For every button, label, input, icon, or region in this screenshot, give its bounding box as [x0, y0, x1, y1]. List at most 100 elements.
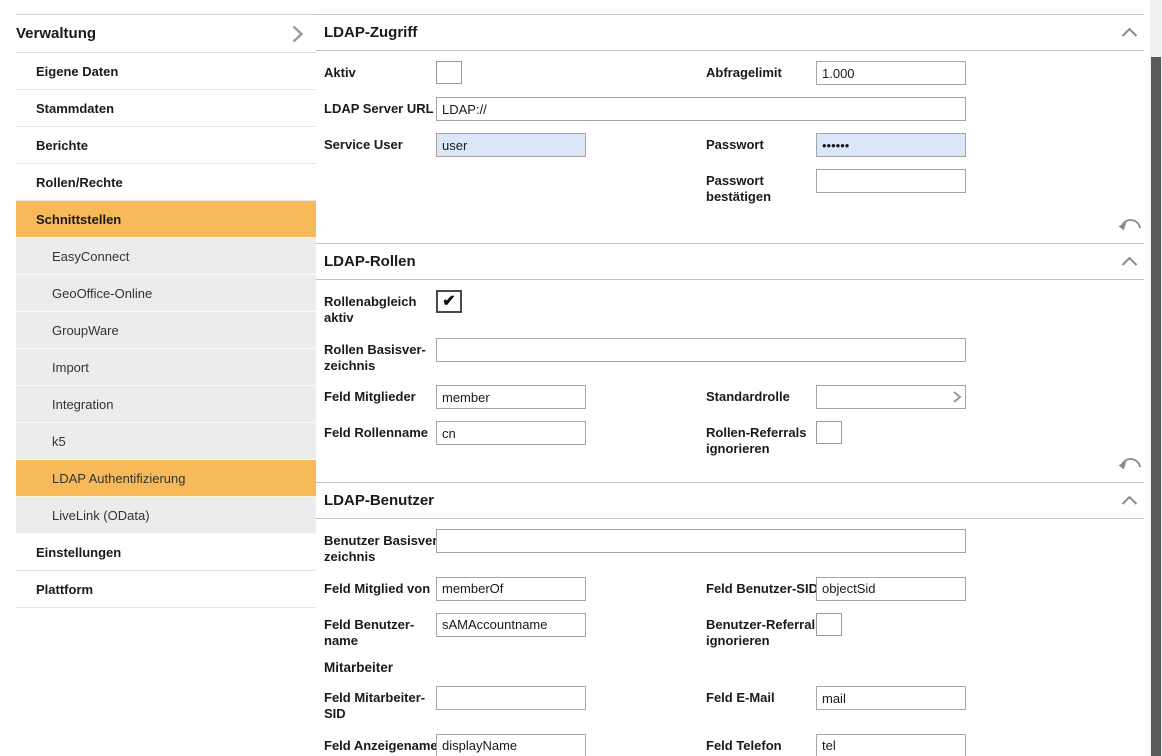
- sidebar-item-groupware[interactable]: GroupWare: [16, 312, 316, 349]
- collapse-chevron-icon[interactable]: [1119, 493, 1140, 508]
- standardrolle-lookup[interactable]: [816, 385, 966, 409]
- form-row: Aktiv Abfragelimit: [324, 61, 1144, 86]
- sidebar-item-geooffice-online[interactable]: GeoOffice-Online: [16, 275, 316, 312]
- benutzer-basis-input[interactable]: [436, 529, 966, 553]
- password-input[interactable]: [816, 133, 966, 157]
- rollen-basis-input[interactable]: [436, 338, 966, 362]
- form-row: Benutzer Basisver- zeichnis: [324, 529, 1144, 566]
- sidebar-item-integration[interactable]: Integration: [16, 386, 316, 423]
- section-body: Benutzer Basisver- zeichnis Feld Mitglie…: [316, 519, 1144, 756]
- section-ldap-rollen: LDAP-Rollen Rollenabgleich aktiv ✔ Rolle…: [316, 243, 1144, 482]
- mitarbeiter-subheading: Mitarbeiter: [324, 660, 1144, 675]
- sidebar: Verwaltung Eigene Daten Stammdaten Beric…: [0, 0, 316, 756]
- sidebar-item-ldap-authentifizierung[interactable]: LDAP Authentifizierung: [16, 460, 316, 497]
- sidebar-item-label: Import: [52, 360, 89, 375]
- feld-telefon-input[interactable]: [816, 734, 966, 756]
- form-row: LDAP Server URL: [324, 97, 1144, 122]
- sidebar-item-livelink-odata[interactable]: LiveLink (OData): [16, 497, 316, 534]
- feld-mitglied-von-input[interactable]: [436, 577, 586, 601]
- feld-benutzername-input[interactable]: [436, 613, 586, 637]
- sidebar-item-einstellungen[interactable]: Einstellungen: [16, 534, 316, 571]
- undo-icon[interactable]: [1118, 218, 1142, 234]
- sidebar-item-rollen-rechte[interactable]: Rollen/Rechte: [16, 164, 316, 201]
- section-body: Rollenabgleich aktiv ✔ Rollen Basisver- …: [316, 280, 1144, 482]
- feld-email-label: Feld E-Mail: [706, 686, 816, 706]
- sidebar-item-k5[interactable]: k5: [16, 423, 316, 460]
- sidebar-item-label: Stammdaten: [36, 101, 114, 116]
- undo-icon[interactable]: [1118, 457, 1142, 473]
- section-title: LDAP-Rollen: [324, 253, 416, 270]
- sidebar-title: Verwaltung: [16, 25, 96, 42]
- form-row-right: Benutzer-Referrals ignorieren: [706, 613, 842, 650]
- section-ldap-zugriff: LDAP-Zugriff Aktiv Abfragelimit LDAP Ser…: [316, 14, 1144, 243]
- service-user-label: Service User: [324, 133, 436, 153]
- sidebar-item-label: GeoOffice-Online: [52, 286, 152, 301]
- sidebar-item-plattform[interactable]: Plattform: [16, 571, 316, 608]
- undo-row: [324, 218, 1144, 241]
- sidebar-item-import[interactable]: Import: [16, 349, 316, 386]
- standardrolle-input[interactable]: [817, 387, 949, 407]
- sidebar-item-label: Schnittstellen: [36, 212, 121, 227]
- section-body: Aktiv Abfragelimit LDAP Server URL Servi…: [316, 51, 1144, 243]
- form-row-right: Passwort bestätigen: [706, 169, 966, 206]
- form-row-right: Feld E-Mail: [706, 686, 966, 710]
- section-title: LDAP-Zugriff: [324, 24, 417, 41]
- aktiv-checkbox[interactable]: [436, 61, 462, 84]
- sidebar-item-label: Berichte: [36, 138, 88, 153]
- feld-rollenname-input[interactable]: [436, 421, 586, 445]
- collapse-chevron-icon[interactable]: [1119, 254, 1140, 269]
- section-title: LDAP-Benutzer: [324, 492, 434, 509]
- collapse-chevron-icon[interactable]: [1119, 25, 1140, 40]
- sidebar-item-label: Einstellungen: [36, 545, 121, 560]
- sidebar-item-label: LiveLink (OData): [52, 508, 150, 523]
- password-confirm-input[interactable]: [816, 169, 966, 193]
- section-header: LDAP-Benutzer: [316, 482, 1144, 519]
- feld-benutzer-sid-input[interactable]: [816, 577, 966, 601]
- benutzer-referrals-checkbox[interactable]: [816, 613, 842, 636]
- empty-label-spacer: [324, 169, 436, 173]
- sidebar-item-berichte[interactable]: Berichte: [16, 127, 316, 164]
- section-header: LDAP-Zugriff: [316, 14, 1144, 51]
- server-url-input[interactable]: [436, 97, 966, 121]
- form-row: Feld Mitglieder Standardrolle: [324, 385, 1144, 410]
- sidebar-item-label: Rollen/Rechte: [36, 175, 123, 190]
- feld-email-input[interactable]: [816, 686, 966, 710]
- chevron-right-icon: [291, 24, 304, 44]
- feld-mitglied-von-label: Feld Mitglied von: [324, 577, 436, 597]
- benutzer-referrals-label: Benutzer-Referrals ignorieren: [706, 613, 816, 650]
- passwort-label: Passwort: [706, 133, 816, 153]
- sidebar-item-label: EasyConnect: [52, 249, 129, 264]
- chevron-right-icon[interactable]: [949, 390, 965, 404]
- sidebar-item-eigene-daten[interactable]: Eigene Daten: [16, 53, 316, 90]
- form-row: Feld Anzeigename Feld Telefon: [324, 734, 1144, 756]
- form-row: Rollen Basisver- zeichnis: [324, 338, 1144, 375]
- abfragelimit-input[interactable]: [816, 61, 966, 85]
- section-ldap-benutzer: LDAP-Benutzer Benutzer Basisver- zeichni…: [316, 482, 1144, 756]
- feld-mitglieder-label: Feld Mitglieder: [324, 385, 436, 405]
- scrollbar-thumb[interactable]: [1151, 57, 1161, 756]
- rollen-referrals-label: Rollen-Referrals ignorieren: [706, 421, 816, 458]
- sidebar-item-stammdaten[interactable]: Stammdaten: [16, 90, 316, 127]
- undo-row: [324, 457, 1144, 480]
- sidebar-item-label: Eigene Daten: [36, 64, 118, 79]
- feld-mitglieder-input[interactable]: [436, 385, 586, 409]
- feld-mitarbeiter-sid-input[interactable]: [436, 686, 586, 710]
- sidebar-header[interactable]: Verwaltung: [16, 14, 316, 53]
- form-row-right: Feld Telefon: [706, 734, 966, 756]
- sidebar-item-label: LDAP Authentifizierung: [52, 471, 185, 486]
- rollen-referrals-checkbox[interactable]: [816, 421, 842, 444]
- sidebar-item-schnittstellen[interactable]: Schnittstellen: [16, 201, 316, 238]
- abfragelimit-label: Abfragelimit: [706, 61, 816, 81]
- feld-anzeigename-input[interactable]: [436, 734, 586, 756]
- scrollbar[interactable]: [1150, 0, 1162, 756]
- feld-rollenname-label: Feld Rollenname: [324, 421, 436, 441]
- benutzer-basis-label: Benutzer Basisver- zeichnis: [324, 529, 436, 566]
- form-row-right: Standardrolle: [706, 385, 966, 409]
- service-user-input[interactable]: [436, 133, 586, 157]
- form-row: Feld Mitglied von Feld Benutzer-SID: [324, 577, 1144, 602]
- section-header: LDAP-Rollen: [316, 243, 1144, 280]
- checkbox-mark: ✔: [442, 294, 455, 310]
- sidebar-item-label: Plattform: [36, 582, 93, 597]
- rollenabgleich-checkbox[interactable]: ✔: [436, 290, 462, 313]
- sidebar-item-easyconnect[interactable]: EasyConnect: [16, 238, 316, 275]
